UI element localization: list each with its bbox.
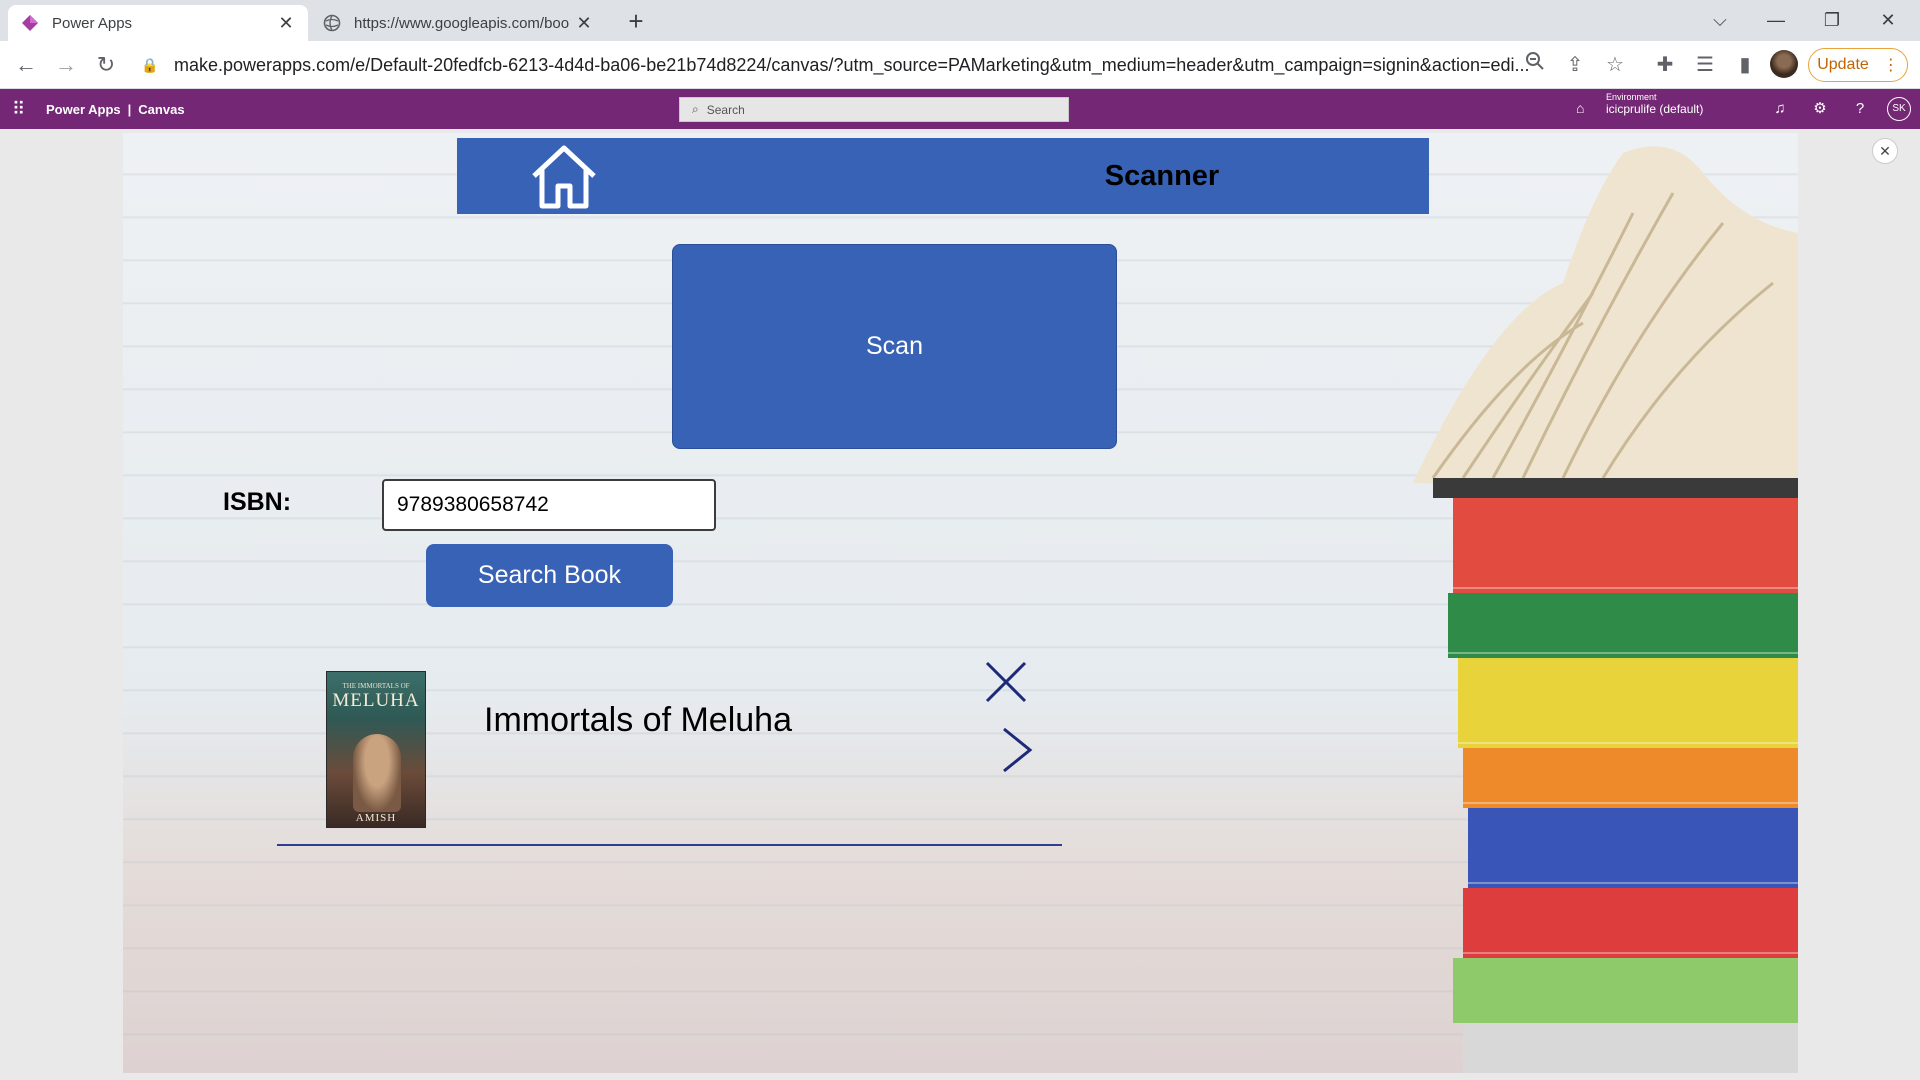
browser-tab-strip: Power Apps ✕ https://www.googleapis.com/… [0, 0, 1920, 41]
minimize-icon[interactable]: — [1748, 4, 1804, 36]
browser-toolbar: ← → ↻ 🔒 make.powerapps.com/e/Default-20f… [0, 41, 1920, 89]
reading-list-icon[interactable]: ☰ [1690, 50, 1720, 80]
share-icon[interactable]: ⇪ [1560, 50, 1590, 80]
zoom-icon[interactable] [1520, 50, 1550, 80]
bookmark-star-icon[interactable]: ☆ [1600, 50, 1630, 80]
book-cover-image: THE IMMORTALS OF MELUHA AMISH [326, 671, 426, 828]
books-background-image [1413, 146, 1798, 1073]
book-title: Immortals of Meluha [484, 701, 792, 739]
close-window-icon[interactable]: ✕ [1860, 4, 1916, 36]
app-launcher-icon[interactable]: ⠿ [12, 100, 30, 118]
scan-button[interactable]: Scan [672, 244, 1117, 449]
user-avatar[interactable]: SK [1887, 97, 1911, 121]
cover-figure [353, 734, 401, 812]
more-menu-icon: ⋮ [1882, 57, 1899, 74]
close-tab-icon[interactable]: ✕ [574, 13, 594, 34]
help-icon[interactable]: ? [1850, 99, 1870, 119]
settings-gear-icon[interactable]: ⚙ [1810, 99, 1830, 119]
cancel-x-icon[interactable] [984, 660, 1028, 704]
brand-name[interactable]: Power Apps [46, 102, 121, 117]
update-button[interactable]: Update ⋮ [1808, 48, 1908, 82]
environment-icon: ⌂ [1576, 100, 1585, 116]
globe-icon [322, 13, 342, 33]
tab-googleapis[interactable]: https://www.googleapis.com/boo ✕ [310, 5, 606, 41]
environment-name: icicprulife (default) [1606, 101, 1704, 116]
url-text: make.powerapps.com/e/Default-20fedfcb-62… [174, 54, 1530, 75]
list-separator [277, 844, 1062, 846]
side-panel-icon[interactable]: ▮ [1730, 50, 1760, 80]
cover-title-text: MELUHA [332, 690, 420, 711]
cover-top-text: THE IMMORTALS OF [342, 682, 410, 690]
search-book-button[interactable]: Search Book [426, 544, 673, 607]
screen-title: Scanner [457, 138, 1867, 214]
powerapps-header: ⠿ Power Apps | Canvas ⌕ Search ⌂ Environ… [0, 89, 1920, 129]
breadcrumb: Power Apps | Canvas [46, 89, 185, 129]
forward-icon[interactable]: → [50, 49, 82, 81]
search-icon: ⌕ [692, 102, 699, 116]
tab-search-chevron-icon[interactable]: ⌵ [1692, 4, 1748, 36]
header-search-input[interactable]: ⌕ Search [679, 97, 1069, 122]
extensions-puzzle-icon[interactable]: ✚ [1650, 50, 1680, 80]
isbn-label: ISBN: [223, 488, 292, 516]
search-placeholder: Search [706, 102, 745, 117]
tab-title: Power Apps [52, 14, 133, 32]
close-preview-icon[interactable]: ✕ [1872, 138, 1898, 164]
power-apps-icon [20, 13, 40, 33]
notifications-bell-icon[interactable]: ♫ [1770, 99, 1790, 119]
environment-picker[interactable]: Environment icicprulife (default) [1606, 92, 1704, 116]
tab-title: https://www.googleapis.com/boo [354, 14, 570, 32]
cover-author-text: AMISH [355, 812, 397, 824]
new-tab-button[interactable]: + [622, 8, 650, 36]
back-icon[interactable]: ← [10, 49, 42, 81]
lock-icon: 🔒 [141, 56, 159, 73]
isbn-input[interactable] [382, 479, 716, 531]
chevron-right-icon[interactable] [1000, 726, 1034, 774]
address-bar[interactable]: 🔒 make.powerapps.com/e/Default-20fedfcb-… [138, 46, 1598, 84]
section-name: Canvas [138, 101, 185, 117]
update-label: Update [1817, 56, 1869, 73]
close-tab-icon[interactable]: ✕ [276, 13, 296, 34]
tab-power-apps[interactable]: Power Apps ✕ [8, 5, 308, 41]
reload-icon[interactable]: ↻ [90, 49, 122, 81]
profile-avatar[interactable] [1770, 50, 1798, 78]
breadcrumb-separator: | [127, 101, 132, 117]
screen-title-text: Scanner [1104, 159, 1220, 192]
restore-icon[interactable]: ❐ [1804, 4, 1860, 36]
